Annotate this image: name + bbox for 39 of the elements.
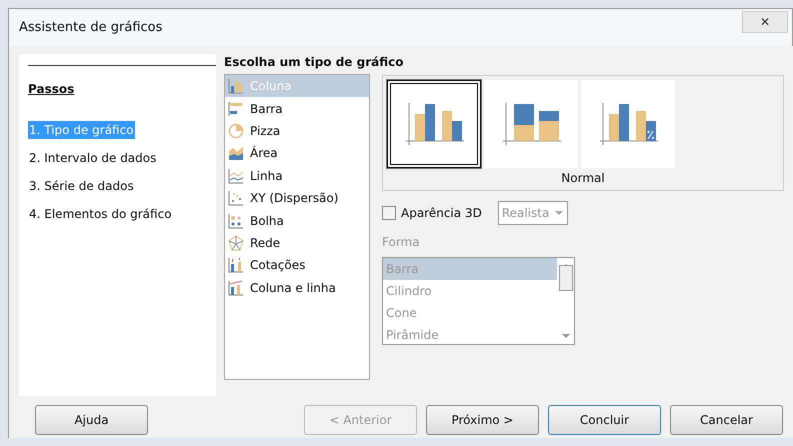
section-heading: Escolha um tipo de gráfico	[224, 55, 404, 69]
step-link[interactable]: 4. Elementos do gráfico	[28, 205, 173, 223]
scroll-down-icon	[562, 334, 570, 338]
chart-variant-thumbnail[interactable]	[484, 80, 578, 168]
column-chart-icon	[228, 78, 244, 94]
pie-chart-icon	[228, 122, 244, 139]
chart-type-item[interactable]: Rede	[225, 232, 369, 254]
dialog-button[interactable]: Próximo >	[426, 405, 539, 435]
chart-type-item[interactable]: Linha	[225, 164, 369, 187]
step-link[interactable]: 2. Intervalo de dados	[28, 149, 158, 167]
scroll-thumb[interactable]	[558, 265, 572, 291]
shape-label: Forma	[382, 235, 421, 249]
checkbox-label: Aparência 3D	[401, 206, 482, 220]
chart-type-item[interactable]: Bolha	[225, 209, 369, 232]
bubble-chart-icon	[228, 212, 244, 229]
step-link[interactable]: 3. Série de dados	[28, 177, 135, 195]
chart-type-item[interactable]: Pizza	[225, 120, 369, 142]
window-title: Assistente de gráficos	[19, 20, 162, 35]
dialog-button[interactable]: Cancelar	[670, 405, 783, 435]
chart-variant-thumbnail[interactable]	[581, 80, 675, 168]
chart-type-item[interactable]: Barra	[225, 97, 369, 120]
chart-type-item[interactable]: Coluna e linha	[225, 276, 369, 299]
line-chart-icon	[228, 168, 244, 184]
variant-name: Normal	[560, 171, 606, 185]
combo-chart-icon	[228, 280, 244, 296]
chart-type-item[interactable]: XY (Dispersão)	[225, 186, 369, 210]
bar-chart-icon	[228, 100, 244, 117]
dialog-button[interactable]: Concluir	[548, 405, 661, 435]
chart-variant-thumbnail[interactable]	[387, 80, 481, 168]
xy-chart-icon	[228, 190, 244, 206]
area-chart-icon	[228, 145, 244, 162]
chart-type-item[interactable]: Cotações	[225, 254, 369, 277]
dialog-button[interactable]: Ajuda	[35, 405, 148, 435]
steps-heading: Passos	[28, 82, 76, 96]
net-chart-icon	[228, 234, 244, 251]
close-button[interactable]: ✕	[742, 10, 788, 32]
stock-chart-icon	[228, 257, 244, 274]
chart-type-item[interactable]: Área	[225, 142, 369, 165]
caret-icon	[554, 211, 563, 215]
